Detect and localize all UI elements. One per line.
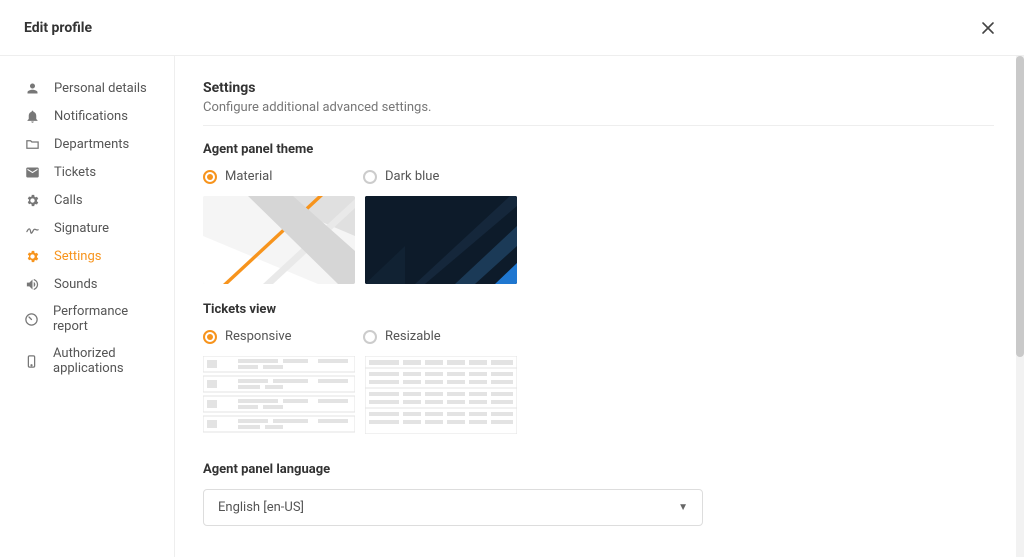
section-subtitle: Configure additional advanced settings.: [203, 100, 994, 115]
view-radio-group: Responsive Resizable: [203, 329, 994, 344]
modal-title: Edit profile: [24, 20, 92, 36]
sidebar-item-authorized-applications[interactable]: Authorized applications: [0, 340, 174, 382]
sidebar-item-label: Departments: [54, 137, 129, 152]
view-previews: [203, 356, 994, 434]
theme-preview-material[interactable]: [203, 196, 355, 284]
gear-icon: [24, 192, 40, 208]
scrollbar-thumb[interactable]: [1016, 56, 1024, 357]
divider: [203, 125, 994, 126]
close-button[interactable]: [976, 16, 1000, 40]
content-area: Settings Configure additional advanced s…: [175, 56, 1024, 557]
radio-label: Resizable: [385, 329, 441, 344]
theme-option-dark-blue[interactable]: Dark blue: [363, 169, 523, 184]
language-select[interactable]: English [en-US] ▼: [203, 489, 703, 526]
section-title: Settings: [203, 80, 994, 96]
view-field-label: Tickets view: [203, 302, 994, 317]
radio-icon: [203, 170, 217, 184]
volume-icon: [24, 276, 40, 292]
sidebar-item-departments[interactable]: Departments: [0, 130, 174, 158]
language-field-label: Agent panel language: [203, 462, 994, 477]
sidebar-item-label: Personal details: [54, 81, 147, 96]
select-value: English [en-US]: [218, 500, 304, 515]
device-icon: [24, 353, 39, 369]
radio-label: Material: [225, 169, 272, 184]
modal-header: Edit profile: [0, 0, 1024, 56]
sidebar-item-label: Performance report: [53, 304, 152, 334]
signature-icon: [24, 220, 40, 236]
sidebar-item-label: Authorized applications: [53, 346, 152, 376]
folder-icon: [24, 136, 40, 152]
sidebar-item-notifications[interactable]: Notifications: [0, 102, 174, 130]
radio-label: Responsive: [225, 329, 292, 344]
sidebar-item-signature[interactable]: Signature: [0, 214, 174, 242]
sidebar-item-tickets[interactable]: Tickets: [0, 158, 174, 186]
sidebar-item-personal-details[interactable]: Personal details: [0, 74, 174, 102]
gauge-icon: [24, 311, 39, 327]
theme-option-material[interactable]: Material: [203, 169, 363, 184]
sidebar: Personal details Notifications Departmen…: [0, 56, 175, 557]
sidebar-item-settings[interactable]: Settings: [0, 242, 174, 270]
edit-profile-modal: Edit profile Personal details Notificati…: [0, 0, 1024, 557]
chevron-down-icon: ▼: [678, 502, 688, 513]
theme-field-label: Agent panel theme: [203, 142, 994, 157]
radio-label: Dark blue: [385, 169, 439, 184]
sidebar-item-label: Tickets: [54, 165, 96, 180]
theme-radio-group: Material Dark blue: [203, 169, 994, 184]
close-icon: [980, 20, 996, 36]
sidebar-item-label: Calls: [54, 193, 83, 208]
sidebar-item-performance-report[interactable]: Performance report: [0, 298, 174, 340]
sidebar-item-label: Notifications: [54, 109, 128, 124]
radio-icon: [203, 330, 217, 344]
sidebar-item-calls[interactable]: Calls: [0, 186, 174, 214]
view-preview-resizable[interactable]: [365, 356, 517, 434]
sidebar-item-label: Settings: [54, 249, 101, 264]
sidebar-item-label: Signature: [54, 221, 109, 236]
radio-icon: [363, 170, 377, 184]
radio-icon: [363, 330, 377, 344]
bell-icon: [24, 108, 40, 124]
theme-preview-dark-blue[interactable]: [365, 196, 517, 284]
view-option-responsive[interactable]: Responsive: [203, 329, 363, 344]
sidebar-item-sounds[interactable]: Sounds: [0, 270, 174, 298]
sidebar-item-label: Sounds: [54, 277, 98, 292]
person-icon: [24, 80, 40, 96]
mail-icon: [24, 164, 40, 180]
gear-icon: [24, 248, 40, 264]
theme-previews: [203, 196, 994, 284]
scrollbar[interactable]: [1016, 56, 1024, 557]
view-option-resizable[interactable]: Resizable: [363, 329, 523, 344]
modal-body: Personal details Notifications Departmen…: [0, 56, 1024, 557]
view-preview-responsive[interactable]: [203, 356, 355, 434]
